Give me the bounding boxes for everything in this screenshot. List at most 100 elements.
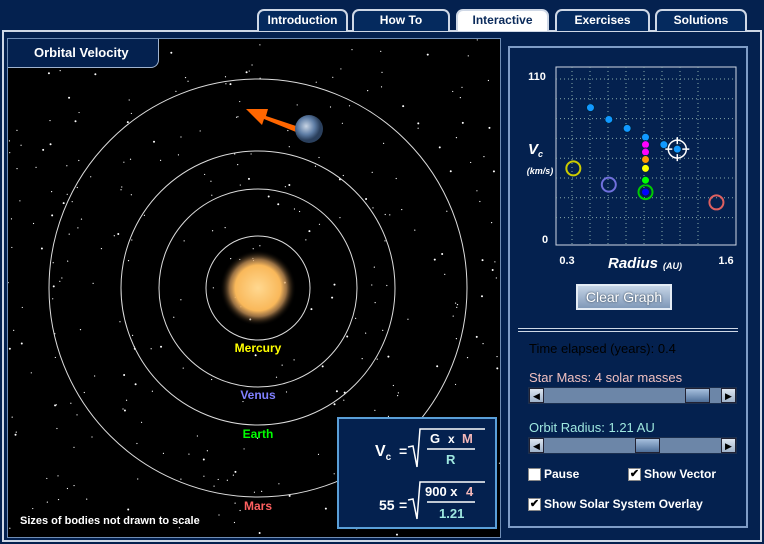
star-dot xyxy=(62,202,65,205)
slider-left-arrow-icon[interactable]: ◀ xyxy=(529,438,544,453)
xtick-min: 0.3 xyxy=(559,255,574,267)
show-overlay-checkbox[interactable]: ✔ Show Solar System Overlay xyxy=(528,497,703,511)
star-dot xyxy=(389,214,391,216)
star-dot xyxy=(177,154,180,156)
star-dot xyxy=(52,285,55,288)
star-dot xyxy=(11,246,13,249)
star-dot xyxy=(278,483,280,485)
slider-right-arrow-icon[interactable]: ▶ xyxy=(721,438,736,453)
star-dot xyxy=(253,491,256,493)
history-point xyxy=(659,140,669,150)
pause-checkbox[interactable]: Pause xyxy=(528,467,579,481)
checkbox-box[interactable]: ✔ xyxy=(528,497,541,511)
tab-introduction[interactable]: Introduction xyxy=(257,9,348,31)
orbiting-planet[interactable] xyxy=(295,115,323,143)
star-dot xyxy=(333,283,336,286)
orbit-radius-slider[interactable]: ◀ ▶ xyxy=(528,437,737,454)
star-dot xyxy=(230,258,232,260)
star-dot xyxy=(123,161,125,163)
star-dot xyxy=(70,402,72,404)
checkbox-box[interactable] xyxy=(528,467,541,481)
star-dot xyxy=(259,44,261,46)
star-dot xyxy=(401,208,403,211)
star-dot xyxy=(8,347,11,350)
clear-graph-button[interactable]: Clear Graph xyxy=(576,284,672,310)
star-dot xyxy=(127,508,130,511)
slider-left-arrow-icon[interactable]: ◀ xyxy=(529,388,544,403)
star-dot xyxy=(456,304,459,306)
star-dot xyxy=(239,509,241,512)
star-dot xyxy=(13,329,15,331)
star-dot xyxy=(452,315,454,317)
checkbox-box[interactable]: ✔ xyxy=(628,467,641,481)
star-dot xyxy=(374,302,376,304)
formula-m: M xyxy=(462,431,473,446)
star-dot xyxy=(66,193,68,195)
star-dot xyxy=(248,70,250,72)
star-dot xyxy=(245,71,248,74)
star-dot xyxy=(55,404,58,406)
star-dot xyxy=(324,507,327,510)
star-dot xyxy=(52,298,54,300)
star-dot xyxy=(494,261,496,263)
star-dot xyxy=(206,450,208,452)
star-dot xyxy=(134,383,137,386)
tab-interactive[interactable]: Interactive xyxy=(456,9,549,31)
star-dot xyxy=(213,485,215,487)
star-dot xyxy=(386,284,388,287)
star-mass-slider[interactable]: ◀ ▶ xyxy=(528,387,737,404)
mass-series-point xyxy=(641,187,650,197)
star-mass-label: Star Mass: 4 solar masses xyxy=(529,370,683,385)
venus-label: Venus xyxy=(240,388,276,402)
star-dot xyxy=(284,186,286,188)
show-vector-checkbox[interactable]: ✔ Show Vector xyxy=(628,467,716,481)
star-dot xyxy=(361,357,363,360)
star-dot xyxy=(49,119,51,122)
g-value: 900 x xyxy=(425,484,458,499)
star-dot xyxy=(150,348,152,350)
star-dot xyxy=(384,240,386,242)
star-dot xyxy=(217,478,219,481)
star-dot xyxy=(258,531,261,534)
star-dot xyxy=(121,186,123,188)
mass-series-point xyxy=(641,147,650,157)
star-dot xyxy=(333,403,336,406)
star-dot xyxy=(49,143,52,146)
star-dot xyxy=(21,306,23,309)
tab-exercises[interactable]: Exercises xyxy=(555,9,650,31)
star-dot xyxy=(15,431,17,433)
star-dot xyxy=(211,378,213,381)
star-dot xyxy=(126,121,129,124)
star-dot xyxy=(128,99,130,101)
star-dot xyxy=(277,203,280,206)
star-dot xyxy=(449,170,452,173)
star-dot xyxy=(122,408,124,410)
star-dot xyxy=(143,214,146,216)
history-point xyxy=(641,132,650,142)
star-dot xyxy=(287,129,289,132)
star-dot xyxy=(426,53,429,56)
star-dot xyxy=(466,357,469,359)
star-dot xyxy=(199,130,201,132)
star-dot xyxy=(310,308,313,311)
star-dot xyxy=(204,173,206,176)
star-dot xyxy=(136,442,138,445)
star-mass-thumb[interactable] xyxy=(685,388,711,403)
star-dot xyxy=(452,90,454,93)
star-dot xyxy=(380,50,382,52)
star-dot xyxy=(467,55,469,57)
orbit-radius-thumb[interactable] xyxy=(635,438,661,453)
star-dot xyxy=(308,230,311,233)
star-dot xyxy=(94,375,96,377)
star-dot xyxy=(226,479,228,481)
mass-series-point xyxy=(641,140,650,150)
star-dot xyxy=(51,214,54,217)
slider-right-arrow-icon[interactable]: ▶ xyxy=(721,388,736,403)
star-dot xyxy=(371,284,373,286)
tab-solutions[interactable]: Solutions xyxy=(655,9,747,31)
star-dot xyxy=(374,409,376,412)
star-dot xyxy=(57,475,59,477)
star-dot xyxy=(335,390,338,393)
tab-how-to[interactable]: How To xyxy=(352,9,450,31)
star-dot xyxy=(225,83,227,85)
